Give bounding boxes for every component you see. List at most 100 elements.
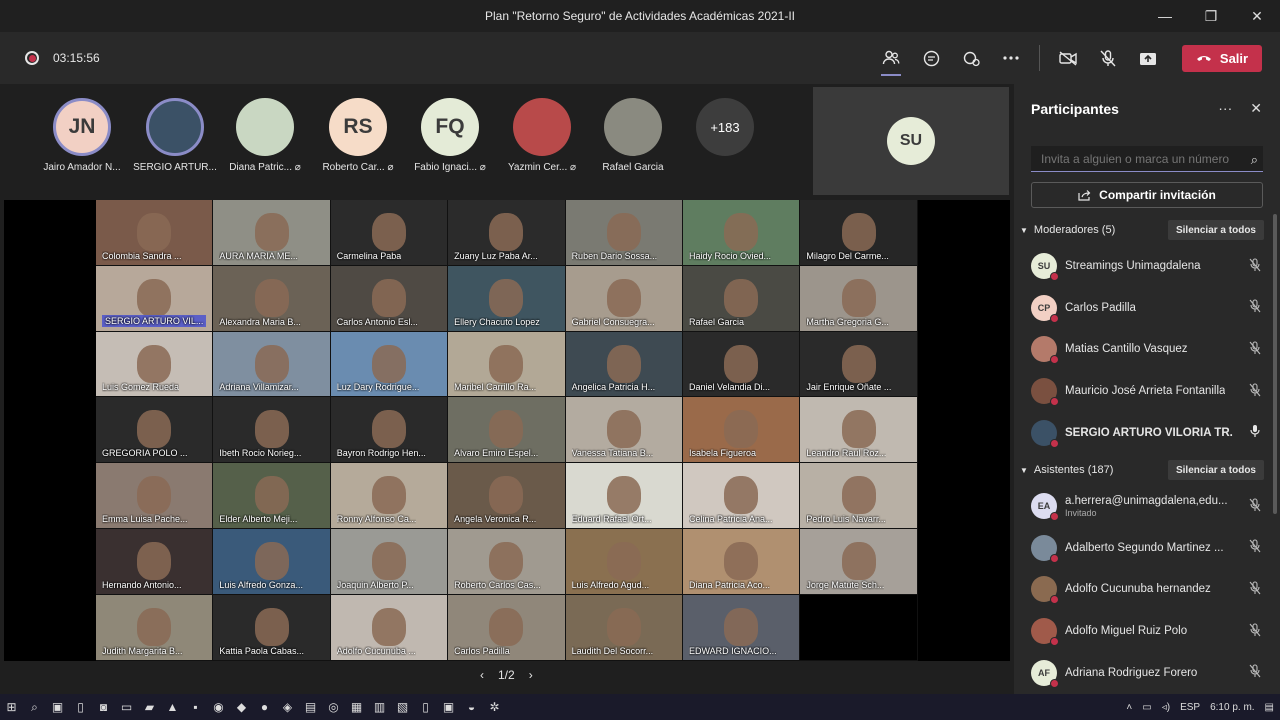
notifications-icon[interactable]: ▤: [1265, 702, 1274, 713]
video-tile[interactable]: Isabela Figueroa: [682, 397, 801, 464]
participant-list-item[interactable]: Adolfo Miguel Ruiz Polo: [1031, 610, 1263, 652]
mic-off-icon[interactable]: [1249, 299, 1261, 316]
video-tile[interactable]: Luis Alfredo Agud...: [565, 528, 683, 595]
video-tile[interactable]: SERGIO ARTURO VIL...: [96, 265, 214, 332]
participant-list-item[interactable]: AF Adriana Rodriguez Forero: [1031, 652, 1263, 694]
leave-button[interactable]: Salir: [1182, 44, 1262, 72]
participant-list-item[interactable]: Matias Cantillo Vasquez: [1031, 328, 1263, 370]
tray-chevron-icon[interactable]: ˄: [1126, 702, 1132, 713]
video-tile[interactable]: Maribel Carrillo Ra...: [448, 331, 566, 398]
participant-list-item[interactable]: SU Streamings Unimagdalena: [1031, 245, 1263, 287]
spotlight-tile[interactable]: SU: [813, 87, 1009, 195]
participant-list-item[interactable]: SERGIO ARTURO VILORIA TR...: [1031, 412, 1263, 454]
mic-off-icon[interactable]: [1249, 497, 1261, 515]
app-icon[interactable]: ▪: [184, 694, 207, 720]
video-tile[interactable]: Ruben Dario Sossa...: [565, 200, 683, 266]
video-tile[interactable]: Adolfo Cucunuba ...: [330, 594, 449, 661]
chat-button[interactable]: [911, 38, 951, 78]
app-icon[interactable]: ◎: [322, 694, 345, 720]
video-tile[interactable]: Laudith Del Socorr...: [565, 594, 683, 661]
strip-participant[interactable]: RS Roberto Car... ⌀: [313, 98, 403, 173]
mic-off-icon[interactable]: [1249, 539, 1261, 556]
network-icon[interactable]: ▭: [1142, 702, 1151, 713]
video-tile[interactable]: AURA MARIA ME...: [213, 200, 331, 266]
video-tile[interactable]: Jair Enrique Oñate ...: [800, 331, 918, 398]
video-tile[interactable]: Milagro Del Carme...: [800, 200, 918, 266]
share-invite-button[interactable]: Compartir invitación: [1031, 182, 1263, 208]
video-tile[interactable]: Jorge Matute Sch...: [800, 528, 918, 595]
app-icon[interactable]: ◙: [92, 694, 115, 720]
video-tile[interactable]: Vanessa Tatiana B...: [565, 397, 683, 464]
search-icon[interactable]: ⌕: [1251, 152, 1258, 168]
maximize-button[interactable]: ❐: [1188, 0, 1234, 32]
windows-start-icon[interactable]: ⊞: [0, 694, 23, 720]
clock[interactable]: 6:10 p. m.: [1210, 702, 1254, 713]
chrome-icon[interactable]: ◉: [207, 694, 230, 720]
app-icon[interactable]: ▯: [414, 694, 437, 720]
teams-icon[interactable]: ▣: [437, 694, 460, 720]
video-tile[interactable]: Luz Dary Rodrigue...: [330, 331, 449, 398]
app-icon[interactable]: ◈: [276, 694, 299, 720]
minimize-button[interactable]: —: [1142, 0, 1188, 32]
moderators-section-header[interactable]: ▼ Moderadores (5) Silenciar a todos: [1020, 220, 1264, 240]
camera-toggle-button[interactable]: [1048, 38, 1088, 78]
video-tile[interactable]: Luis Gomez Rueda: [96, 331, 214, 398]
video-tile[interactable]: Judith Margarita B...: [96, 594, 214, 661]
more-options-button[interactable]: [991, 38, 1031, 78]
video-tile[interactable]: Ibeth Rocio Norieg...: [213, 397, 331, 464]
settings-icon[interactable]: ✲: [483, 694, 506, 720]
app-icon[interactable]: ▥: [368, 694, 391, 720]
panel-close-button[interactable]: ✕: [1250, 100, 1262, 117]
mute-all-moderators-button[interactable]: Silenciar a todos: [1167, 220, 1264, 240]
app-icon[interactable]: ▣: [46, 694, 69, 720]
panel-more-button[interactable]: ···: [1218, 100, 1232, 117]
app-icon[interactable]: ▲: [161, 694, 184, 720]
video-tile[interactable]: Carlos Antonio Esl...: [330, 265, 449, 332]
reactions-button[interactable]: [951, 38, 991, 78]
search-icon[interactable]: ⌕: [23, 694, 46, 720]
mic-icon[interactable]: [1249, 424, 1261, 441]
close-window-button[interactable]: ✕: [1234, 0, 1280, 32]
prev-page-button[interactable]: ‹: [480, 668, 484, 682]
video-tile[interactable]: Hernando Antonio...: [96, 528, 214, 595]
video-tile[interactable]: Luis Alfredo Gonza...: [213, 528, 331, 595]
share-screen-button[interactable]: [1128, 38, 1168, 78]
video-tile[interactable]: Haidy Rocio Ovied...: [682, 200, 801, 266]
participants-button[interactable]: [871, 38, 911, 78]
video-tile[interactable]: Carlos Padilla: [448, 594, 566, 661]
video-tile[interactable]: Pedro Luis Navarr...: [800, 463, 918, 529]
video-tile[interactable]: Angela Veronica R...: [448, 463, 566, 529]
attendees-section-header[interactable]: ▼ Asistentes (187) Silenciar a todos: [1020, 460, 1264, 480]
mic-off-icon[interactable]: [1249, 664, 1261, 681]
participant-list-item[interactable]: CP Carlos Padilla: [1031, 287, 1263, 329]
app-icon[interactable]: ●: [253, 694, 276, 720]
video-tile[interactable]: Alvaro Emiro Espel...: [448, 397, 566, 464]
video-tile[interactable]: EDWARD IGNACIO...: [682, 594, 801, 661]
video-tile[interactable]: Adriana Villamizar...: [213, 331, 331, 398]
video-tile[interactable]: Ronny Alfonso Ca...: [330, 463, 449, 529]
participant-list-item[interactable]: Adolfo Cucunuba hernandez: [1031, 568, 1263, 610]
app-icon[interactable]: ▧: [391, 694, 414, 720]
video-tile[interactable]: Emma Luisa Pache...: [96, 463, 214, 529]
video-tile[interactable]: Colombia Sandra ...: [96, 200, 214, 266]
strip-participant[interactable]: Yazmin Cer... ⌀: [497, 98, 587, 173]
video-tile[interactable]: Martha Gregoria G...: [800, 265, 918, 332]
more-participants-button[interactable]: +183: [680, 98, 770, 156]
mute-all-attendees-button[interactable]: Silenciar a todos: [1167, 460, 1264, 480]
video-tile[interactable]: Daniel Velandia Di...: [682, 331, 801, 398]
video-tile[interactable]: Elder Alberto Meji...: [213, 463, 331, 529]
video-tile[interactable]: Kattia Paola Cabas...: [213, 594, 331, 661]
video-tile[interactable]: Bayron Rodrigo Hen...: [330, 397, 449, 464]
video-tile[interactable]: Eduard Rafael Ort...: [565, 463, 683, 529]
folder-icon[interactable]: ▰: [138, 694, 161, 720]
panel-scrollbar[interactable]: [1273, 214, 1277, 514]
app-icon[interactable]: ▭: [115, 694, 138, 720]
language-indicator[interactable]: ESP: [1180, 702, 1200, 713]
participant-list-item[interactable]: Mauricio José Arrieta Fontanilla: [1031, 370, 1263, 412]
mic-toggle-button[interactable]: [1088, 38, 1128, 78]
video-tile[interactable]: Rafael Garcia: [682, 265, 801, 332]
mic-off-icon[interactable]: [1249, 623, 1261, 640]
participant-list-item[interactable]: Adalberto Segundo Martinez ...: [1031, 527, 1263, 569]
app-icon[interactable]: ▯: [69, 694, 92, 720]
participant-list-item[interactable]: EA a.herrera@unimagdalena,edu... Invitado: [1031, 485, 1263, 527]
